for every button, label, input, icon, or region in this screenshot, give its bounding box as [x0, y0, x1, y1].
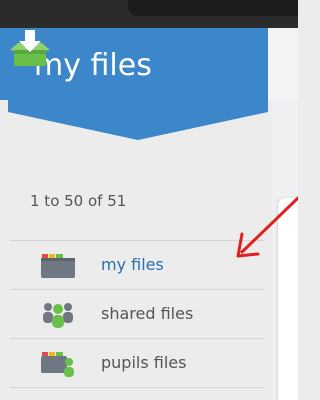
header-edge	[268, 28, 298, 100]
sidebar-item-my-files[interactable]: my files	[10, 240, 264, 290]
folder-icon	[41, 254, 75, 278]
sidebar-item-shared-files[interactable]: shared files	[10, 290, 264, 339]
top-bar-panel	[128, 0, 298, 16]
pupil-folder-icon	[41, 352, 74, 377]
file-count: 1 to 50 of 51	[30, 192, 127, 210]
sidebar-item-pupils-files[interactable]: pupils files	[10, 339, 264, 388]
download-folder-icon	[10, 30, 50, 66]
sidebar-item-label: my files	[101, 255, 164, 274]
sidebar-item-label: pupils files	[101, 353, 187, 372]
sidebar-item-label: shared files	[101, 304, 194, 323]
my-files-banner: my files	[8, 28, 268, 140]
top-bar	[0, 0, 298, 28]
red-arrow-icon	[236, 196, 298, 258]
people-icon	[43, 303, 73, 328]
sidebar-nav: my files shared files pupils files	[10, 240, 264, 388]
